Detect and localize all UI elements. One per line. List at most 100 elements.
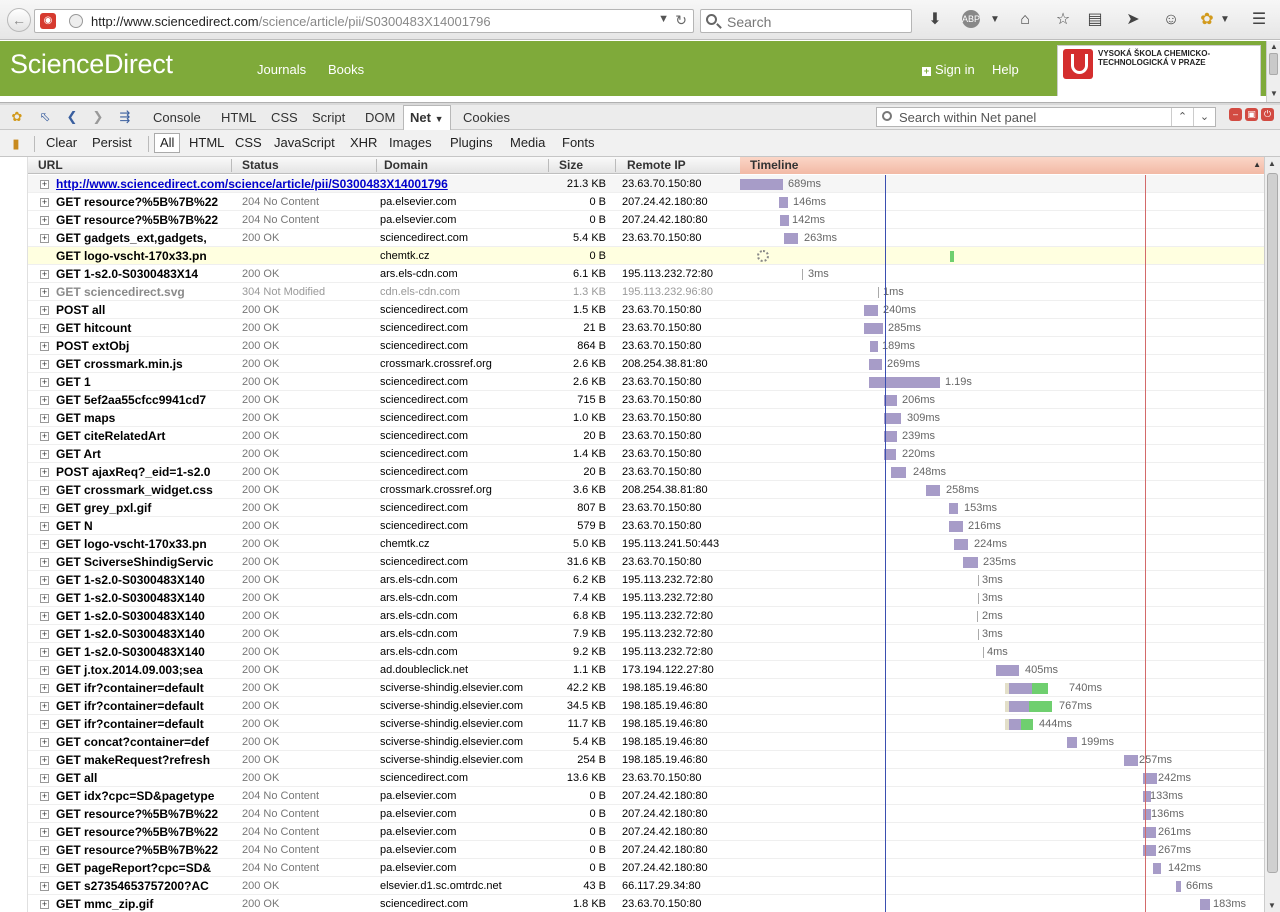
request-url[interactable]: GET crossmark.min.js bbox=[56, 357, 224, 371]
expand-icon[interactable]: + bbox=[40, 864, 49, 873]
col-url[interactable]: URL bbox=[38, 158, 63, 172]
request-url[interactable]: GET resource?%5B%7B%22 bbox=[56, 195, 224, 209]
expand-icon[interactable]: + bbox=[40, 198, 49, 207]
filter-xhr[interactable]: XHR bbox=[350, 135, 377, 150]
net-scrollbar[interactable]: ▲ ▼ bbox=[1264, 157, 1280, 912]
page-scrollbar[interactable]: ▲ ▼ bbox=[1266, 41, 1280, 102]
request-url[interactable]: GET citeRelatedArt bbox=[56, 429, 224, 443]
table-row[interactable]: + GET maps 200 OK sciencedirect.com 1.0 KB 23… bbox=[28, 409, 1264, 427]
expand-icon[interactable]: + bbox=[40, 288, 49, 297]
expand-icon[interactable]: + bbox=[40, 666, 49, 675]
inspect-icon[interactable]: ⬁ bbox=[36, 109, 54, 125]
expand-icon[interactable]: + bbox=[40, 612, 49, 621]
minimize-icon[interactable]: – bbox=[1229, 108, 1242, 121]
chat-icon[interactable]: ☺ bbox=[1160, 10, 1182, 30]
table-row[interactable]: + GET pageReport?cpc=SD& 204 No Content pa.… bbox=[28, 859, 1264, 877]
table-row[interactable]: + GET mmc_zip.gif 200 OK sciencedirect.com 1… bbox=[28, 895, 1264, 912]
expand-icon[interactable]: + bbox=[40, 630, 49, 639]
request-url[interactable]: GET resource?%5B%7B%22 bbox=[56, 843, 224, 857]
filter-media[interactable]: Media bbox=[510, 135, 545, 150]
table-row[interactable]: + GET crossmark.min.js 200 OK crossmark.cro… bbox=[28, 355, 1264, 373]
nav-books[interactable]: Books bbox=[328, 62, 364, 77]
request-url[interactable]: GET maps bbox=[56, 411, 224, 425]
col-status[interactable]: Status bbox=[242, 158, 279, 172]
expand-icon[interactable]: + bbox=[40, 882, 49, 891]
expand-icon[interactable]: + bbox=[40, 720, 49, 729]
table-row[interactable]: + GET hitcount 200 OK sciencedirect.com 21 B… bbox=[28, 319, 1264, 337]
request-url[interactable]: GET 5ef2aa55cfcc9941cd7 bbox=[56, 393, 224, 407]
col-remote-ip[interactable]: Remote IP bbox=[627, 158, 686, 172]
expand-icon[interactable]: + bbox=[40, 324, 49, 333]
request-url[interactable]: GET concat?container=def bbox=[56, 735, 224, 749]
expand-icon[interactable]: + bbox=[40, 396, 49, 405]
expand-icon[interactable]: + bbox=[40, 576, 49, 585]
filter-plugins[interactable]: Plugins bbox=[450, 135, 493, 150]
table-row[interactable]: + GET ifr?container=default 200 OK sciverse… bbox=[28, 715, 1264, 733]
expand-icon[interactable]: + bbox=[40, 342, 49, 351]
scroll-thumb[interactable] bbox=[1269, 53, 1278, 75]
table-row[interactable]: + GET s27354653757200?AC 200 OK elsevier.d1… bbox=[28, 877, 1264, 895]
table-row[interactable]: + GET 1-s2.0-S0300483X140 200 OK ars.els-cd… bbox=[28, 625, 1264, 643]
table-row[interactable]: + GET ifr?container=default 200 OK sciverse… bbox=[28, 697, 1264, 715]
col-size[interactable]: Size bbox=[559, 158, 583, 172]
table-row[interactable]: + GET resource?%5B%7B%22 204 No Content pa.… bbox=[28, 211, 1264, 229]
expand-icon[interactable]: + bbox=[40, 900, 49, 909]
table-row[interactable]: + GET 1-s2.0-S0300483X140 200 OK ars.els-cd… bbox=[28, 589, 1264, 607]
table-row[interactable]: + GET logo-vscht-170x33.pn 200 OK chemtk.cz… bbox=[28, 535, 1264, 553]
table-row[interactable]: + GET 5ef2aa55cfcc9941cd7 200 OK sciencedir… bbox=[28, 391, 1264, 409]
menu-icon[interactable]: ☰ bbox=[1248, 10, 1270, 30]
back-arrow-icon[interactable]: ❮ bbox=[63, 109, 81, 125]
col-domain[interactable]: Domain bbox=[384, 158, 428, 172]
tab-net[interactable]: Net ▼ bbox=[403, 105, 451, 131]
table-row[interactable]: + GET grey_pxl.gif 200 OK sciencedirect.com… bbox=[28, 499, 1264, 517]
request-url[interactable]: POST all bbox=[56, 303, 224, 317]
reading-list-icon[interactable]: ▤ bbox=[1084, 10, 1106, 30]
expand-icon[interactable]: + bbox=[40, 378, 49, 387]
adblock-dropdown-icon[interactable]: ▼ bbox=[984, 10, 1006, 30]
expand-icon[interactable]: + bbox=[40, 648, 49, 657]
table-row[interactable]: + GET sciencedirect.svg 304 Not Modified cd… bbox=[28, 283, 1264, 301]
col-timeline[interactable]: Timeline ▲ bbox=[740, 157, 1264, 174]
request-url[interactable]: GET 1 bbox=[56, 375, 224, 389]
scroll-thumb[interactable] bbox=[1267, 173, 1278, 873]
table-row[interactable]: + POST all 200 OK sciencedirect.com 1.5 KB 23… bbox=[28, 301, 1264, 319]
table-row[interactable]: + GET 1-s2.0-S0300483X140 200 OK ars.els-cd… bbox=[28, 643, 1264, 661]
table-row[interactable]: + GET crossmark_widget.css 200 OK crossmark… bbox=[28, 481, 1264, 499]
request-url[interactable]: GET logo-vscht-170x33.pn bbox=[56, 537, 224, 551]
url-bar[interactable]: ◉ http://www.sciencedirect.com/science/a… bbox=[34, 9, 694, 33]
expand-icon[interactable]: + bbox=[40, 450, 49, 459]
request-url[interactable]: GET idx?cpc=SD&pagetype bbox=[56, 789, 224, 803]
request-url[interactable]: GET pageReport?cpc=SD& bbox=[56, 861, 224, 875]
table-row[interactable]: + GET 1-s2.0-S0300483X140 200 OK ars.els-cd… bbox=[28, 607, 1264, 625]
expand-icon[interactable]: + bbox=[40, 414, 49, 423]
table-row[interactable]: + GET j.tox.2014.09.003;sea 200 OK ad.doubl… bbox=[28, 661, 1264, 679]
request-url[interactable]: GET ifr?container=default bbox=[56, 717, 224, 731]
table-row[interactable]: + GET citeRelatedArt 200 OK sciencedirect.c… bbox=[28, 427, 1264, 445]
expand-icon[interactable]: + bbox=[40, 360, 49, 369]
expand-icon[interactable]: + bbox=[40, 540, 49, 549]
request-url[interactable]: GET SciverseShindigServic bbox=[56, 555, 224, 569]
clear-button[interactable]: Clear bbox=[46, 135, 77, 150]
request-url[interactable]: GET crossmark_widget.css bbox=[56, 483, 224, 497]
request-url[interactable]: GET 1-s2.0-S0300483X140 bbox=[56, 591, 224, 605]
request-url[interactable]: GET N bbox=[56, 519, 224, 533]
partner-logo[interactable]: VYSOKÁ ŠKOLA CHEMICKO-TECHNOLOGICKÁ V PR… bbox=[1057, 45, 1261, 97]
table-row[interactable]: + http://www.sciencedirect.com/science/ar… bbox=[28, 175, 1264, 193]
net-options-icon[interactable]: ▮ bbox=[7, 136, 25, 152]
forward-arrow-icon[interactable]: ❯ bbox=[89, 109, 107, 125]
expand-icon[interactable]: + bbox=[40, 522, 49, 531]
expand-icon[interactable]: + bbox=[40, 432, 49, 441]
request-url[interactable]: http://www.sciencedirect.com/science/art… bbox=[56, 177, 516, 191]
expand-icon[interactable]: + bbox=[40, 684, 49, 693]
sign-in-link[interactable]: Sign in bbox=[922, 62, 975, 77]
firebug-menu-icon[interactable]: ✿ bbox=[8, 109, 26, 125]
expand-icon[interactable]: + bbox=[40, 468, 49, 477]
tab-cookies[interactable]: Cookies bbox=[463, 109, 510, 129]
filter-javascript[interactable]: JavaScript bbox=[274, 135, 335, 150]
request-url[interactable]: GET 1-s2.0-S0300483X140 bbox=[56, 573, 224, 587]
expand-icon[interactable]: + bbox=[40, 306, 49, 315]
expand-icon[interactable]: + bbox=[40, 846, 49, 855]
request-url[interactable]: GET resource?%5B%7B%22 bbox=[56, 825, 224, 839]
filter-html[interactable]: HTML bbox=[189, 135, 224, 150]
request-url[interactable]: GET resource?%5B%7B%22 bbox=[56, 213, 224, 227]
